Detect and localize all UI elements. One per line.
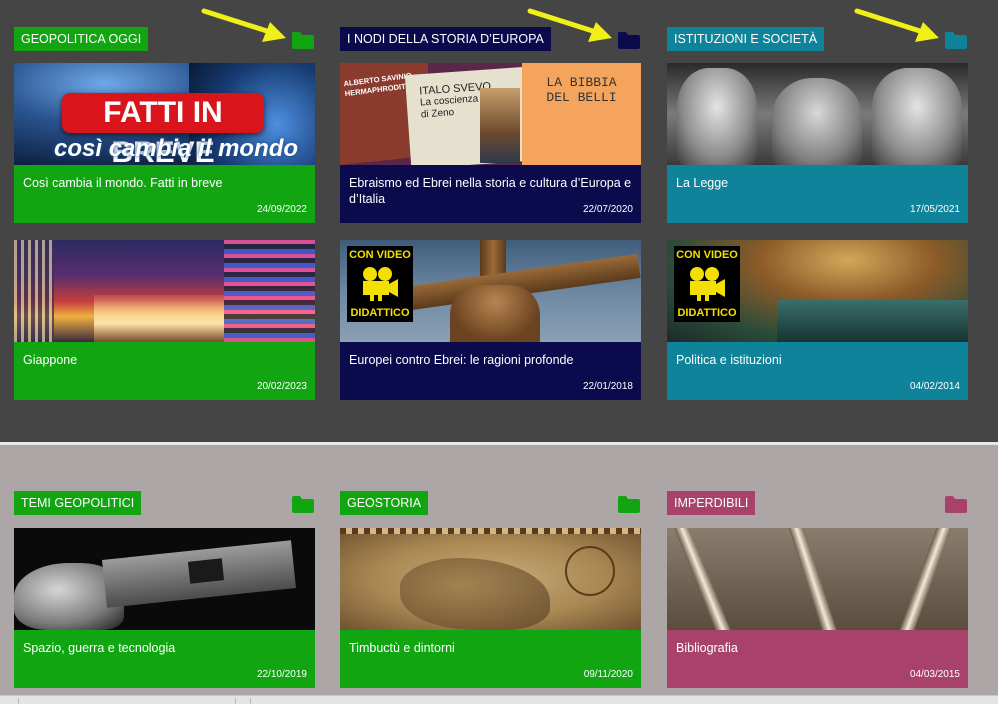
card-caption: Così cambia il mondo. Fatti in breve 24/…	[14, 165, 315, 223]
card-date: 22/07/2020	[582, 204, 633, 215]
video-badge: CON VIDEO DIDATTICO	[674, 246, 740, 322]
article-card[interactable]: Timbuctù e dintorni 09/11/2020	[340, 528, 641, 688]
article-thumbnail: FATTI IN BREVE così cambia il mondo	[14, 63, 315, 165]
article-thumbnail: CON VIDEO DIDATTICO	[667, 240, 968, 342]
book-cover: LA BIBBIA DEL BELLI	[522, 63, 641, 165]
folder-icon[interactable]	[292, 496, 314, 513]
card-date: 04/02/2014	[909, 381, 960, 392]
article-thumbnail: CON VIDEO DIDATTICO	[340, 240, 641, 342]
card-date: 22/01/2018	[582, 381, 633, 392]
horizontal-scrollbar[interactable]	[0, 695, 998, 704]
book-title-text: LA BIBBIA	[546, 75, 617, 90]
card-caption: Giappone 20/02/2023	[14, 342, 315, 400]
article-card[interactable]: FATTI IN BREVE così cambia il mondo Così…	[14, 63, 315, 223]
category-tag-geopolitica-oggi[interactable]: GEOPOLITICA OGGI	[14, 27, 149, 51]
card-caption: Politica e istituzioni 04/02/2014	[667, 342, 968, 400]
card-title[interactable]: Giappone	[23, 352, 306, 368]
card-title[interactable]: Politica e istituzioni	[676, 352, 959, 368]
article-card[interactable]: CON VIDEO DIDATTICO Europei contro Ebrei…	[340, 240, 641, 400]
card-title[interactable]: La Legge	[676, 175, 959, 191]
article-card[interactable]: Spazio, guerra e tecnologia 22/10/2019	[14, 528, 315, 688]
video-badge-label: DIDATTICO	[350, 307, 410, 319]
card-date: 22/10/2019	[256, 669, 307, 680]
folder-icon[interactable]	[618, 496, 640, 513]
video-badge-label: DIDATTICO	[677, 307, 737, 319]
thumbnail-banner-text: FATTI IN BREVE	[62, 93, 264, 165]
folder-icon[interactable]	[292, 32, 314, 49]
movie-camera-icon	[690, 267, 725, 301]
card-date: 04/03/2015	[909, 669, 960, 680]
article-card[interactable]: Giappone 20/02/2023	[14, 240, 315, 400]
book-title-text: La coscienza di Zeno	[419, 93, 479, 121]
card-caption: Timbuctù e dintorni 09/11/2020	[340, 630, 641, 688]
article-thumbnail	[667, 63, 968, 165]
article-thumbnail	[340, 528, 641, 630]
article-card[interactable]: La Legge 17/05/2021	[667, 63, 968, 223]
book-title-text: DEL BELLI	[546, 90, 617, 105]
card-caption: Europei contro Ebrei: le ragioni profond…	[340, 342, 641, 400]
card-caption: La Legge 17/05/2021	[667, 165, 968, 223]
movie-camera-icon	[363, 267, 398, 301]
article-thumbnail	[667, 528, 968, 630]
article-thumbnail	[14, 528, 315, 630]
article-thumbnail: ALBERTO SAVINIO HERMAPHRODITO ITALO SVEV…	[340, 63, 641, 165]
card-caption: Bibliografia 04/03/2015	[667, 630, 968, 688]
folder-icon[interactable]	[618, 32, 640, 49]
article-thumbnail	[14, 240, 315, 342]
pointer-arrow-icon	[854, 8, 939, 42]
category-tag-istituzioni-societa[interactable]: ISTITUZIONI E SOCIETÀ	[667, 27, 825, 51]
folder-icon[interactable]	[945, 496, 967, 513]
thumbnail-subtitle-text: così cambia il mondo	[54, 135, 299, 162]
category-tag-geostoria[interactable]: GEOSTORIA	[340, 491, 429, 515]
article-card[interactable]: CON VIDEO DIDATTICO Politica e istituzio…	[667, 240, 968, 400]
category-tag-nodi-storia-europa[interactable]: I NODI DELLA STORIA D’EUROPA	[340, 27, 551, 51]
pointer-arrow-icon	[201, 8, 286, 42]
category-tag-imperdibili[interactable]: IMPERDIBILI	[667, 491, 756, 515]
video-badge: CON VIDEO DIDATTICO	[347, 246, 413, 322]
video-badge-label: CON VIDEO	[676, 249, 738, 261]
card-date: 09/11/2020	[583, 669, 633, 680]
card-title[interactable]: Così cambia il mondo. Fatti in breve	[23, 175, 306, 191]
card-title[interactable]: Bibliografia	[676, 640, 959, 656]
pointer-arrow-icon	[527, 8, 612, 42]
category-tag-temi-geopolitici[interactable]: TEMI GEOPOLITICI	[14, 491, 142, 515]
card-title[interactable]: Europei contro Ebrei: le ragioni profond…	[349, 352, 632, 368]
article-card[interactable]: Bibliografia 04/03/2015	[667, 528, 968, 688]
card-title[interactable]: Timbuctù e dintorni	[349, 640, 632, 656]
article-card[interactable]: ALBERTO SAVINIO HERMAPHRODITO ITALO SVEV…	[340, 63, 641, 223]
card-date: 24/09/2022	[256, 204, 307, 215]
card-caption: Ebraismo ed Ebrei nella storia e cultura…	[340, 165, 641, 223]
video-badge-label: CON VIDEO	[349, 249, 411, 261]
card-title[interactable]: Spazio, guerra e tecnologia	[23, 640, 306, 656]
card-date: 17/05/2021	[909, 204, 960, 215]
folder-icon[interactable]	[945, 32, 967, 49]
card-date: 20/02/2023	[256, 381, 307, 392]
card-caption: Spazio, guerra e tecnologia 22/10/2019	[14, 630, 315, 688]
